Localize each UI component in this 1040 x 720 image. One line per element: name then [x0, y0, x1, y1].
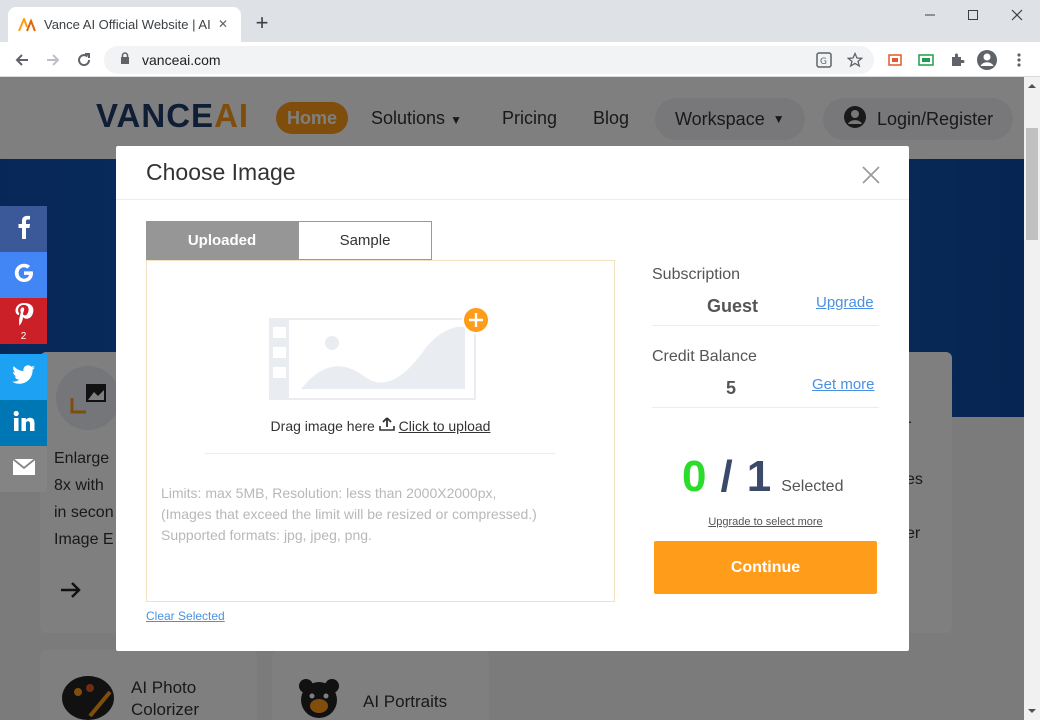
maximize-icon[interactable] — [950, 4, 996, 26]
email-icon — [11, 457, 36, 481]
translate-icon[interactable]: G — [813, 49, 835, 71]
upgrade-to-select-more-link[interactable]: Upgrade to select more — [652, 516, 879, 528]
count-separator: / — [720, 452, 733, 501]
share-email[interactable] — [0, 446, 47, 492]
tab-close-icon[interactable]: ✕ — [215, 16, 231, 32]
upload-icon[interactable] — [378, 417, 399, 434]
scroll-down-icon — [1028, 709, 1036, 713]
upload-dropzone[interactable]: Drag image here Click to upload Limits: … — [146, 260, 615, 602]
linkedin-icon — [13, 410, 35, 437]
click-to-upload-link[interactable]: Click to upload — [399, 418, 491, 434]
share-facebook[interactable] — [0, 206, 47, 252]
tab-title: Vance AI Official Website | AI Im — [44, 17, 212, 32]
tab-sample[interactable]: Sample — [298, 221, 432, 260]
limits-line: (Images that exceed the limit will be re… — [161, 506, 537, 522]
window-close-icon[interactable] — [994, 4, 1040, 26]
credit-balance-value: 5 — [726, 378, 737, 398]
pinterest-share-count: 2 — [20, 331, 27, 342]
new-tab-icon[interactable]: + — [252, 12, 272, 34]
browser-menu-icon[interactable] — [1008, 49, 1030, 71]
image-placeholder-icon — [268, 305, 499, 405]
scroll-up-icon — [1028, 84, 1036, 88]
bookmark-star-icon[interactable] — [844, 49, 866, 71]
address-bar[interactable]: vanceai.com — [104, 46, 874, 74]
share-linkedin[interactable] — [0, 400, 47, 446]
minimize-icon[interactable] — [907, 4, 953, 26]
continue-button[interactable]: Continue — [654, 541, 877, 594]
url-text: vanceai.com — [142, 52, 221, 68]
choose-image-dialog: Choose Image Uploaded Sample Drag image … — [116, 146, 909, 651]
max-count: 1 — [746, 452, 772, 501]
browser-toolbar: vanceai.com G — [0, 42, 1040, 77]
credit-divider — [652, 407, 879, 408]
back-arrow-icon[interactable] — [11, 49, 33, 71]
extensions-puzzle-icon[interactable] — [946, 49, 968, 71]
browser-tab-strip: Vance AI Official Website | AI Im ✕ + — [0, 0, 1040, 42]
forward-arrow-icon[interactable] — [42, 49, 64, 71]
dialog-title: Choose Image — [146, 159, 296, 185]
drop-text: Drag image here — [270, 418, 375, 434]
browser-tab[interactable]: Vance AI Official Website | AI Im ✕ — [8, 7, 241, 42]
google-icon — [12, 261, 36, 290]
svg-text:G: G — [820, 57, 827, 67]
credit-balance-label: Credit Balance — [652, 348, 757, 365]
facebook-icon — [17, 215, 31, 244]
upload-limits: Limits: max 5MB, Resolution: less than 2… — [161, 483, 537, 546]
profile-avatar-icon[interactable] — [976, 49, 998, 71]
reload-icon[interactable] — [73, 49, 95, 71]
get-more-link[interactable]: Get more — [812, 376, 875, 393]
twitter-icon — [11, 364, 36, 390]
limits-line: Limits: max 5MB, Resolution: less than 2… — [161, 485, 497, 501]
dropzone-divider — [205, 453, 555, 454]
subscription-value: Guest — [707, 296, 759, 316]
vanceai-favicon-icon — [18, 16, 36, 34]
scrollbar-thumb[interactable] — [1026, 128, 1038, 240]
clear-selected-link[interactable]: Clear Selected — [146, 609, 225, 623]
share-google[interactable] — [0, 252, 47, 298]
subscription-divider — [652, 325, 879, 326]
tab-uploaded[interactable]: Uploaded — [146, 221, 298, 260]
dialog-divider — [116, 199, 909, 200]
selected-count: 0 — [682, 452, 707, 501]
share-twitter[interactable] — [0, 354, 47, 400]
pinterest-icon — [14, 302, 34, 331]
selected-label: Selected — [781, 478, 844, 495]
dialog-close-icon[interactable] — [860, 164, 882, 186]
drop-instructions: Drag image here Click to upload — [147, 417, 614, 434]
limits-line: Supported formats: jpg, jpeg, png. — [161, 527, 372, 543]
selection-counter: 0 / 1 Selected — [682, 452, 843, 502]
screen-extension-icon[interactable] — [915, 49, 937, 71]
cast-extension-icon[interactable] — [884, 49, 906, 71]
lock-icon — [120, 51, 130, 69]
upgrade-link[interactable]: Upgrade — [816, 294, 874, 311]
share-pinterest[interactable]: 2 — [0, 298, 47, 344]
subscription-label: Subscription — [652, 266, 741, 283]
